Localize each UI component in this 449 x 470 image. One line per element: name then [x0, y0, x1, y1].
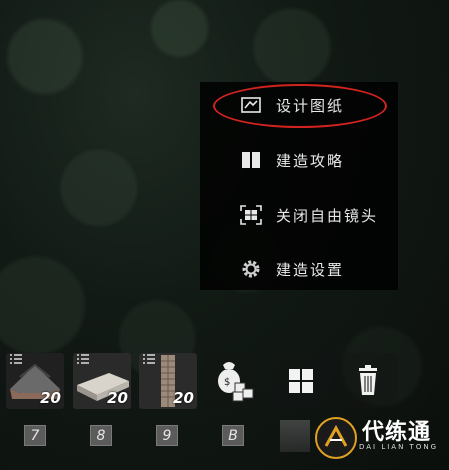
highlight-circle	[213, 84, 387, 128]
menu-item-build-guide[interactable]: 建造攻略	[240, 145, 344, 175]
hotbar-slot-wall[interactable]: 20	[139, 353, 197, 409]
hotbar-slot-floor[interactable]: 20	[73, 353, 131, 409]
hotkey-label: B	[222, 425, 244, 446]
hotkey-label: 9	[156, 425, 178, 446]
svg-text:$: $	[224, 377, 230, 388]
watermark-logo: 代练通 DAI LIAN TONG	[312, 412, 444, 464]
menu-item-label: 建造攻略	[276, 151, 345, 170]
item-count: 20	[107, 389, 128, 407]
hotbar-slot-roof[interactable]: 20	[6, 353, 64, 409]
hotkey-placeholder	[280, 420, 310, 452]
hotkey-label: 7	[24, 425, 46, 446]
grid-layout-icon	[272, 353, 330, 409]
logo-badge-icon	[315, 417, 357, 459]
logo-name: 代练通	[362, 420, 432, 445]
camera-frame-icon	[240, 204, 262, 226]
menu-item-build-settings[interactable]: 建造设置	[240, 254, 344, 284]
hotkey-label: 8	[90, 425, 112, 446]
item-count: 20	[173, 389, 194, 407]
menu-item-label: 建造设置	[276, 260, 345, 279]
materials-bag-icon: $	[205, 353, 263, 409]
logo-subtitle: DAI LIAN TONG	[359, 443, 439, 451]
list-icon	[77, 354, 89, 364]
menu-item-close-free-camera[interactable]: 关闭自由镜头	[240, 200, 378, 230]
hotbar-slot-delete[interactable]	[339, 353, 397, 409]
list-icon	[143, 354, 155, 364]
book-icon	[240, 149, 262, 171]
trash-icon	[339, 353, 397, 409]
item-count: 20	[40, 389, 61, 407]
hotbar-slot-layout[interactable]	[272, 353, 330, 409]
list-icon	[10, 354, 22, 364]
menu-item-label: 关闭自由镜头	[276, 206, 379, 225]
gear-icon	[240, 258, 262, 280]
hotbar-slot-materials[interactable]: $	[205, 353, 263, 409]
